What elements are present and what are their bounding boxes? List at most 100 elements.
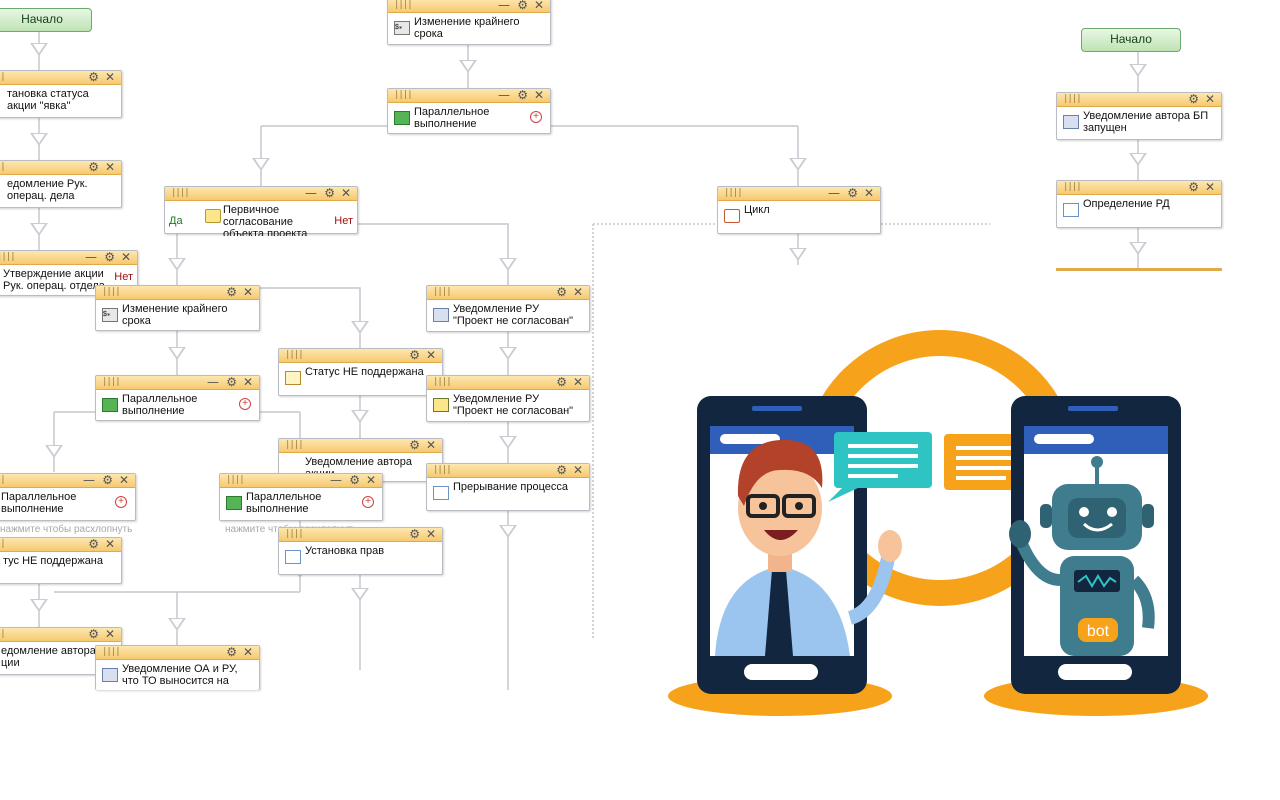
drag-handle[interactable]: |||| bbox=[0, 475, 6, 485]
node-change-deadline-mid[interactable]: |||| ⚙ ✕ $⁎ Изменение крайнего срока bbox=[95, 285, 260, 331]
gear-icon[interactable]: ⚙ bbox=[409, 348, 420, 362]
gear-icon[interactable]: ⚙ bbox=[88, 160, 99, 174]
gear-icon[interactable]: ⚙ bbox=[324, 186, 335, 200]
gear-icon[interactable]: ⚙ bbox=[1188, 92, 1199, 106]
node-parallel-top[interactable]: |||| — ⚙ ✕ Параллельное выполнение + bbox=[387, 88, 551, 134]
minimize-icon[interactable]: — bbox=[828, 186, 840, 200]
node-notify-bp[interactable]: |||| ⚙ ✕ Уведомление автора БП запущен bbox=[1056, 92, 1222, 140]
close-icon[interactable]: ✕ bbox=[1205, 180, 1215, 194]
close-icon[interactable]: ✕ bbox=[341, 186, 351, 200]
node-define-rd[interactable]: |||| ⚙ ✕ Определение РД bbox=[1056, 180, 1222, 228]
node-parallel-mid[interactable]: |||| — ⚙ ✕ Параллельное выполнение + bbox=[95, 375, 260, 421]
minimize-icon[interactable]: — bbox=[207, 375, 219, 389]
node-notify-oa[interactable]: |||| ⚙ ✕ Уведомление ОА и РУ, что ТО вынос… bbox=[95, 645, 260, 690]
drag-handle[interactable]: |||| bbox=[433, 287, 452, 297]
gear-icon[interactable]: ⚙ bbox=[102, 473, 113, 487]
gear-icon[interactable]: ⚙ bbox=[517, 88, 528, 102]
drag-handle[interactable]: |||| bbox=[0, 629, 6, 639]
gear-icon[interactable]: ⚙ bbox=[409, 527, 420, 541]
minimize-icon[interactable]: — bbox=[498, 88, 510, 102]
close-icon[interactable]: ✕ bbox=[534, 88, 544, 102]
close-icon[interactable]: ✕ bbox=[366, 473, 376, 487]
start-node-right[interactable]: Начало bbox=[1081, 28, 1181, 52]
close-icon[interactable]: ✕ bbox=[243, 285, 253, 299]
gear-icon[interactable]: ⚙ bbox=[1188, 180, 1199, 194]
drag-handle[interactable]: |||| bbox=[0, 162, 6, 172]
drag-handle[interactable]: |||| bbox=[171, 188, 190, 198]
gear-icon[interactable]: ⚙ bbox=[104, 250, 115, 264]
drag-handle[interactable]: |||| bbox=[102, 377, 121, 387]
gear-icon[interactable]: ⚙ bbox=[517, 0, 528, 12]
node-status-not-supported-left[interactable]: |||| ⚙ ✕ тус НЕ поддержана bbox=[0, 537, 122, 584]
node-interrupt[interactable]: |||| ⚙ ✕ Прерывание процесса bbox=[426, 463, 590, 511]
gear-icon[interactable]: ⚙ bbox=[88, 537, 99, 551]
close-icon[interactable]: ✕ bbox=[573, 463, 583, 477]
node-notify-ru-1[interactable]: |||| ⚙ ✕ Уведомление РУ "Проект не согласо… bbox=[426, 285, 590, 332]
node-parallel-left[interactable]: |||| — ⚙ ✕ Параллельное выполнение + bbox=[0, 473, 136, 521]
node-cycle[interactable]: |||| — ⚙ ✕ Цикл bbox=[717, 186, 881, 234]
expand-icon[interactable]: + bbox=[115, 496, 127, 508]
gear-icon[interactable]: ⚙ bbox=[847, 186, 858, 200]
gear-icon[interactable]: ⚙ bbox=[556, 463, 567, 477]
expand-icon[interactable]: + bbox=[362, 496, 374, 508]
gear-icon[interactable]: ⚙ bbox=[226, 375, 237, 389]
close-icon[interactable]: ✕ bbox=[119, 473, 129, 487]
close-icon[interactable]: ✕ bbox=[426, 348, 436, 362]
gear-icon[interactable]: ⚙ bbox=[349, 473, 360, 487]
close-icon[interactable]: ✕ bbox=[243, 645, 253, 659]
drag-handle[interactable]: |||| bbox=[1063, 94, 1082, 104]
close-icon[interactable]: ✕ bbox=[864, 186, 874, 200]
expand-icon[interactable]: + bbox=[239, 398, 251, 410]
drag-handle[interactable]: |||| bbox=[285, 529, 304, 539]
close-icon[interactable]: ✕ bbox=[426, 527, 436, 541]
minimize-icon[interactable]: — bbox=[330, 473, 342, 487]
close-icon[interactable]: ✕ bbox=[573, 375, 583, 389]
close-icon[interactable]: ✕ bbox=[105, 160, 115, 174]
gear-icon[interactable]: ⚙ bbox=[556, 285, 567, 299]
gear-icon[interactable]: ⚙ bbox=[226, 285, 237, 299]
gear-icon[interactable]: ⚙ bbox=[226, 645, 237, 659]
node-notify-ru-2[interactable]: |||| ⚙ ✕ Уведомление РУ "Проект не согласо… bbox=[426, 375, 590, 422]
gear-icon[interactable]: ⚙ bbox=[88, 627, 99, 641]
close-icon[interactable]: ✕ bbox=[573, 285, 583, 299]
close-icon[interactable]: ✕ bbox=[243, 375, 253, 389]
drag-handle[interactable]: |||| bbox=[102, 287, 121, 297]
close-icon[interactable]: ✕ bbox=[105, 627, 115, 641]
expand-hint[interactable]: нажмите чтобы расхлопнуть bbox=[0, 524, 132, 535]
drag-handle[interactable]: |||| bbox=[1063, 182, 1082, 192]
close-icon[interactable]: ✕ bbox=[105, 70, 115, 84]
drag-handle[interactable]: |||| bbox=[102, 647, 121, 657]
minimize-icon[interactable]: — bbox=[305, 186, 317, 200]
node-primary-approval[interactable]: |||| — ⚙ ✕ Первичное согласование объекта п… bbox=[164, 186, 358, 236]
minimize-icon[interactable]: — bbox=[85, 250, 97, 264]
drag-handle[interactable]: |||| bbox=[394, 0, 413, 10]
drag-handle[interactable]: |||| bbox=[285, 350, 304, 360]
drag-handle[interactable]: |||| bbox=[433, 465, 452, 475]
drag-handle[interactable]: |||| bbox=[433, 377, 452, 387]
node-notify-head[interactable]: |||| ⚙ ✕ едомление Рук. операц. дела bbox=[0, 160, 122, 208]
node-parallel-mid2[interactable]: |||| — ⚙ ✕ Параллельное выполнение + bbox=[219, 473, 383, 521]
drag-handle[interactable]: |||| bbox=[285, 440, 304, 450]
drag-handle[interactable]: |||| bbox=[724, 188, 743, 198]
node-set-rights[interactable]: |||| ⚙ ✕ Установка прав bbox=[278, 527, 443, 575]
drag-handle[interactable]: |||| bbox=[0, 539, 6, 549]
drag-handle[interactable]: |||| bbox=[0, 252, 16, 262]
node-status-not-supported[interactable]: |||| ⚙ ✕ Статус НЕ поддержана bbox=[278, 348, 443, 396]
node-status-set[interactable]: |||| ⚙ ✕ тановка статуса акции "явка" bbox=[0, 70, 122, 118]
close-icon[interactable]: ✕ bbox=[426, 438, 436, 452]
drag-handle[interactable]: |||| bbox=[226, 475, 245, 485]
minimize-icon[interactable]: — bbox=[83, 473, 95, 487]
minimize-icon[interactable]: — bbox=[498, 0, 510, 12]
close-icon[interactable]: ✕ bbox=[534, 0, 544, 12]
drag-handle[interactable]: |||| bbox=[0, 72, 6, 82]
drag-handle[interactable]: |||| bbox=[394, 90, 413, 100]
close-icon[interactable]: ✕ bbox=[105, 537, 115, 551]
node-change-deadline-top[interactable]: |||| — ⚙ ✕ $⁎ Изменение крайнего срока bbox=[387, 0, 551, 45]
close-icon[interactable]: ✕ bbox=[121, 250, 131, 264]
close-icon[interactable]: ✕ bbox=[1205, 92, 1215, 106]
gear-icon[interactable]: ⚙ bbox=[409, 438, 420, 452]
start-node[interactable]: Начало bbox=[0, 8, 92, 32]
expand-icon[interactable]: + bbox=[530, 111, 542, 123]
gear-icon[interactable]: ⚙ bbox=[88, 70, 99, 84]
gear-icon[interactable]: ⚙ bbox=[556, 375, 567, 389]
